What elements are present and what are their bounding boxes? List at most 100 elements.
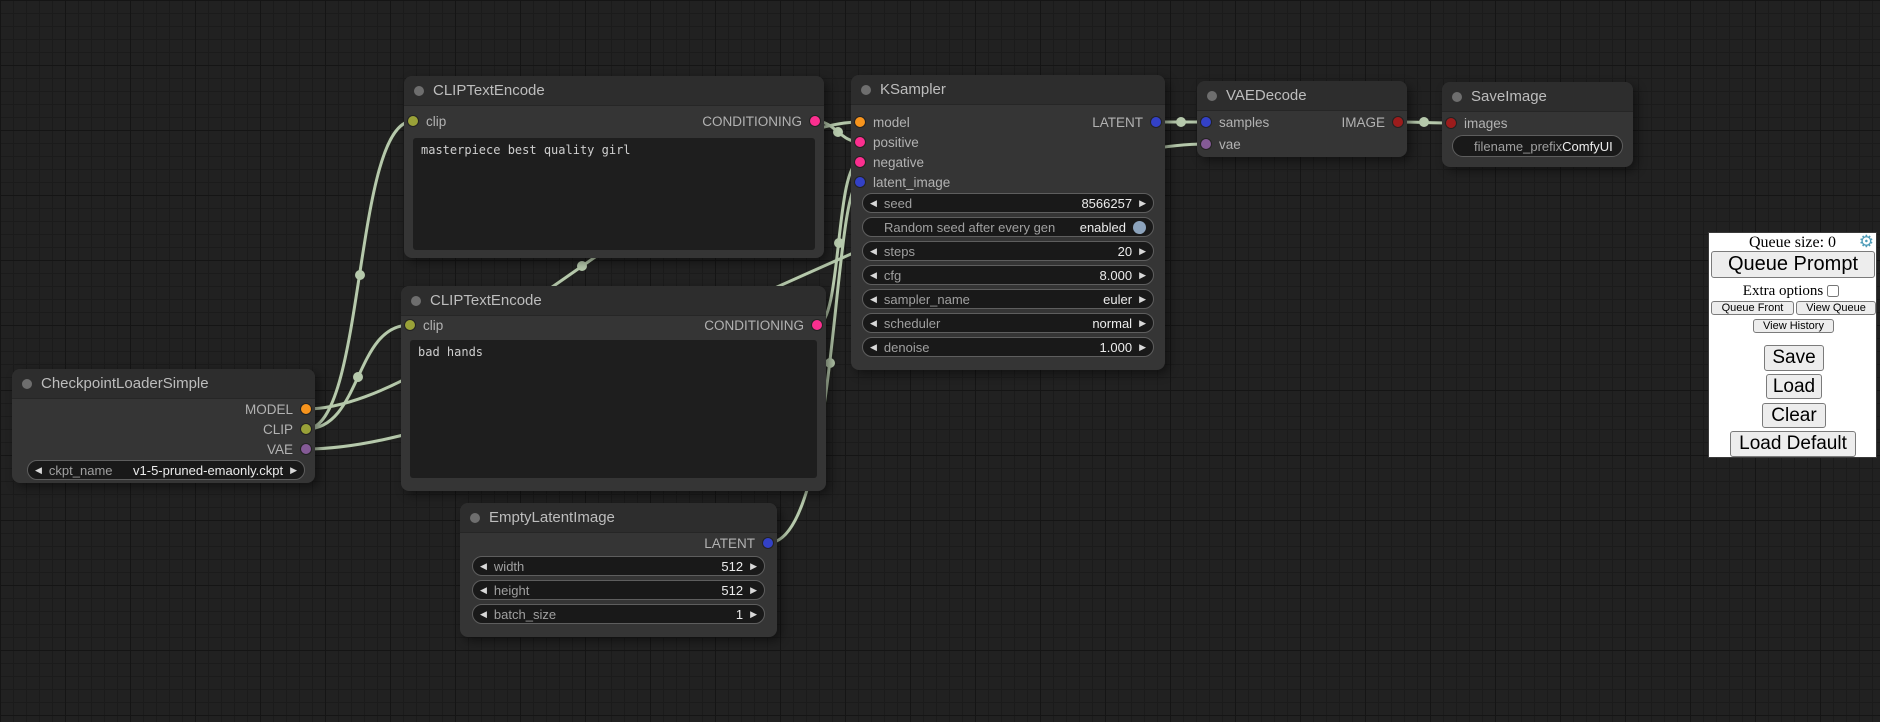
- gear-icon[interactable]: [1859, 232, 1874, 252]
- sampler-name-widget[interactable]: sampler_name euler: [862, 289, 1154, 309]
- model-output-port[interactable]: [301, 404, 311, 414]
- filename-prefix-widget[interactable]: filename_prefix ComfyUI: [1452, 135, 1623, 157]
- increment-arrow-icon[interactable]: [1139, 271, 1146, 280]
- steps-widget[interactable]: steps 20: [862, 241, 1154, 261]
- queue-front-button[interactable]: Queue Front: [1711, 301, 1794, 315]
- increment-arrow-icon[interactable]: [750, 562, 757, 571]
- height-widget[interactable]: height 512: [472, 580, 765, 600]
- increment-arrow-icon[interactable]: [1139, 247, 1146, 256]
- output-slot-image: IMAGE: [1341, 115, 1403, 129]
- queue-prompt-button[interactable]: Queue Prompt: [1711, 251, 1875, 278]
- node-title-bar[interactable]: EmptyLatentImage: [460, 503, 777, 533]
- output-label: CLIP: [263, 422, 293, 437]
- node-clip-text-encode-negative[interactable]: CLIPTextEncode clip CONDITIONING bad han…: [401, 286, 826, 491]
- vae-output-port[interactable]: [301, 444, 311, 454]
- decrement-arrow-icon[interactable]: [480, 610, 487, 619]
- increment-arrow-icon[interactable]: [1139, 199, 1146, 208]
- increment-arrow-icon[interactable]: [750, 610, 757, 619]
- node-clip-text-encode-positive[interactable]: CLIPTextEncode clip CONDITIONING masterp…: [404, 76, 824, 258]
- image-output-port[interactable]: [1393, 117, 1403, 127]
- collapse-dot-icon[interactable]: [411, 296, 421, 306]
- toggle-on-icon[interactable]: [1133, 221, 1146, 234]
- negative-prompt-textarea[interactable]: bad hands: [410, 340, 817, 478]
- input-slot-latent-image: latent_image: [855, 175, 950, 189]
- increment-arrow-icon[interactable]: [1139, 319, 1146, 328]
- width-widget[interactable]: width 512: [472, 556, 765, 576]
- view-queue-button[interactable]: View Queue: [1796, 301, 1876, 315]
- input-slot-negative: negative: [855, 155, 924, 169]
- input-label: positive: [873, 135, 919, 150]
- graph-canvas[interactable]: { "colors": { "link": "#b6c9ac", "model_…: [0, 0, 1880, 722]
- conditioning-output-port[interactable]: [812, 320, 822, 330]
- clip-input-port[interactable]: [405, 320, 415, 330]
- collapse-dot-icon[interactable]: [1207, 91, 1217, 101]
- conditioning-input-port[interactable]: [855, 157, 865, 167]
- latent-output-port[interactable]: [1151, 117, 1161, 127]
- extra-options-checkbox[interactable]: [1827, 285, 1839, 297]
- node-title: EmptyLatentImage: [489, 509, 615, 526]
- node-save-image[interactable]: SaveImage images filename_prefix ComfyUI: [1442, 82, 1633, 167]
- increment-arrow-icon[interactable]: [1139, 295, 1146, 304]
- decrement-arrow-icon[interactable]: [870, 271, 877, 280]
- decrement-arrow-icon[interactable]: [35, 466, 42, 475]
- latent-input-port[interactable]: [1201, 117, 1211, 127]
- vae-input-port[interactable]: [1201, 139, 1211, 149]
- node-title-bar[interactable]: CLIPTextEncode: [404, 76, 824, 106]
- batch-size-widget[interactable]: batch_size 1: [472, 604, 765, 624]
- widget-label: Random seed after every gen: [884, 220, 1055, 235]
- node-title-bar[interactable]: SaveImage: [1442, 82, 1633, 112]
- latent-input-port[interactable]: [855, 177, 865, 187]
- latent-output-port[interactable]: [763, 538, 773, 548]
- decrement-arrow-icon[interactable]: [870, 199, 877, 208]
- random-seed-toggle-widget[interactable]: Random seed after every gen enabled: [862, 217, 1154, 237]
- collapse-dot-icon[interactable]: [414, 86, 424, 96]
- ckpt-name-widget[interactable]: ckpt_name v1-5-pruned-emaonly.ckpt: [27, 460, 305, 480]
- clip-output-port[interactable]: [301, 424, 311, 434]
- positive-prompt-textarea[interactable]: masterpiece best quality girl: [413, 138, 815, 250]
- node-ksampler[interactable]: KSampler model positive negative latent_…: [851, 75, 1165, 370]
- collapse-dot-icon[interactable]: [1452, 92, 1462, 102]
- output-label: IMAGE: [1341, 115, 1385, 130]
- decrement-arrow-icon[interactable]: [870, 247, 877, 256]
- decrement-arrow-icon[interactable]: [480, 562, 487, 571]
- increment-arrow-icon[interactable]: [290, 466, 297, 475]
- conditioning-output-port[interactable]: [810, 116, 820, 126]
- collapse-dot-icon[interactable]: [861, 85, 871, 95]
- decrement-arrow-icon[interactable]: [870, 343, 877, 352]
- node-checkpoint-loader[interactable]: CheckpointLoaderSimple MODEL CLIP VAE ck…: [12, 369, 315, 483]
- input-slot-samples: samples: [1201, 115, 1269, 129]
- image-input-port[interactable]: [1446, 118, 1456, 128]
- input-label: clip: [426, 114, 446, 129]
- increment-arrow-icon[interactable]: [1139, 343, 1146, 352]
- load-default-button[interactable]: Load Default: [1730, 431, 1856, 457]
- node-vae-decode[interactable]: VAEDecode samples vae IMAGE: [1197, 81, 1407, 157]
- cfg-widget[interactable]: cfg 8.000: [862, 265, 1154, 285]
- decrement-arrow-icon[interactable]: [870, 295, 877, 304]
- collapse-dot-icon[interactable]: [470, 513, 480, 523]
- output-label: VAE: [267, 442, 293, 457]
- collapse-dot-icon[interactable]: [22, 379, 32, 389]
- node-empty-latent-image[interactable]: EmptyLatentImage LATENT width 512 height…: [460, 503, 777, 637]
- clear-button[interactable]: Clear: [1762, 403, 1826, 428]
- denoise-widget[interactable]: denoise 1.000: [862, 337, 1154, 357]
- decrement-arrow-icon[interactable]: [870, 319, 877, 328]
- node-title: CLIPTextEncode: [433, 82, 545, 99]
- node-title-bar[interactable]: CLIPTextEncode: [401, 286, 826, 316]
- node-title-bar[interactable]: VAEDecode: [1197, 81, 1407, 111]
- node-title-bar[interactable]: CheckpointLoaderSimple: [12, 369, 315, 399]
- output-label: LATENT: [1092, 115, 1143, 130]
- widget-value: 8.000: [1100, 268, 1133, 283]
- decrement-arrow-icon[interactable]: [480, 586, 487, 595]
- widget-value: 8566257: [1081, 196, 1132, 211]
- model-input-port[interactable]: [855, 117, 865, 127]
- save-button[interactable]: Save: [1764, 345, 1824, 371]
- node-title-bar[interactable]: KSampler: [851, 75, 1165, 105]
- increment-arrow-icon[interactable]: [750, 586, 757, 595]
- conditioning-input-port[interactable]: [855, 137, 865, 147]
- load-button[interactable]: Load: [1766, 374, 1822, 399]
- clip-input-port[interactable]: [408, 116, 418, 126]
- scheduler-widget[interactable]: scheduler normal: [862, 313, 1154, 333]
- widget-label: cfg: [884, 268, 901, 283]
- view-history-button[interactable]: View History: [1753, 319, 1834, 333]
- seed-widget[interactable]: seed 8566257: [862, 193, 1154, 213]
